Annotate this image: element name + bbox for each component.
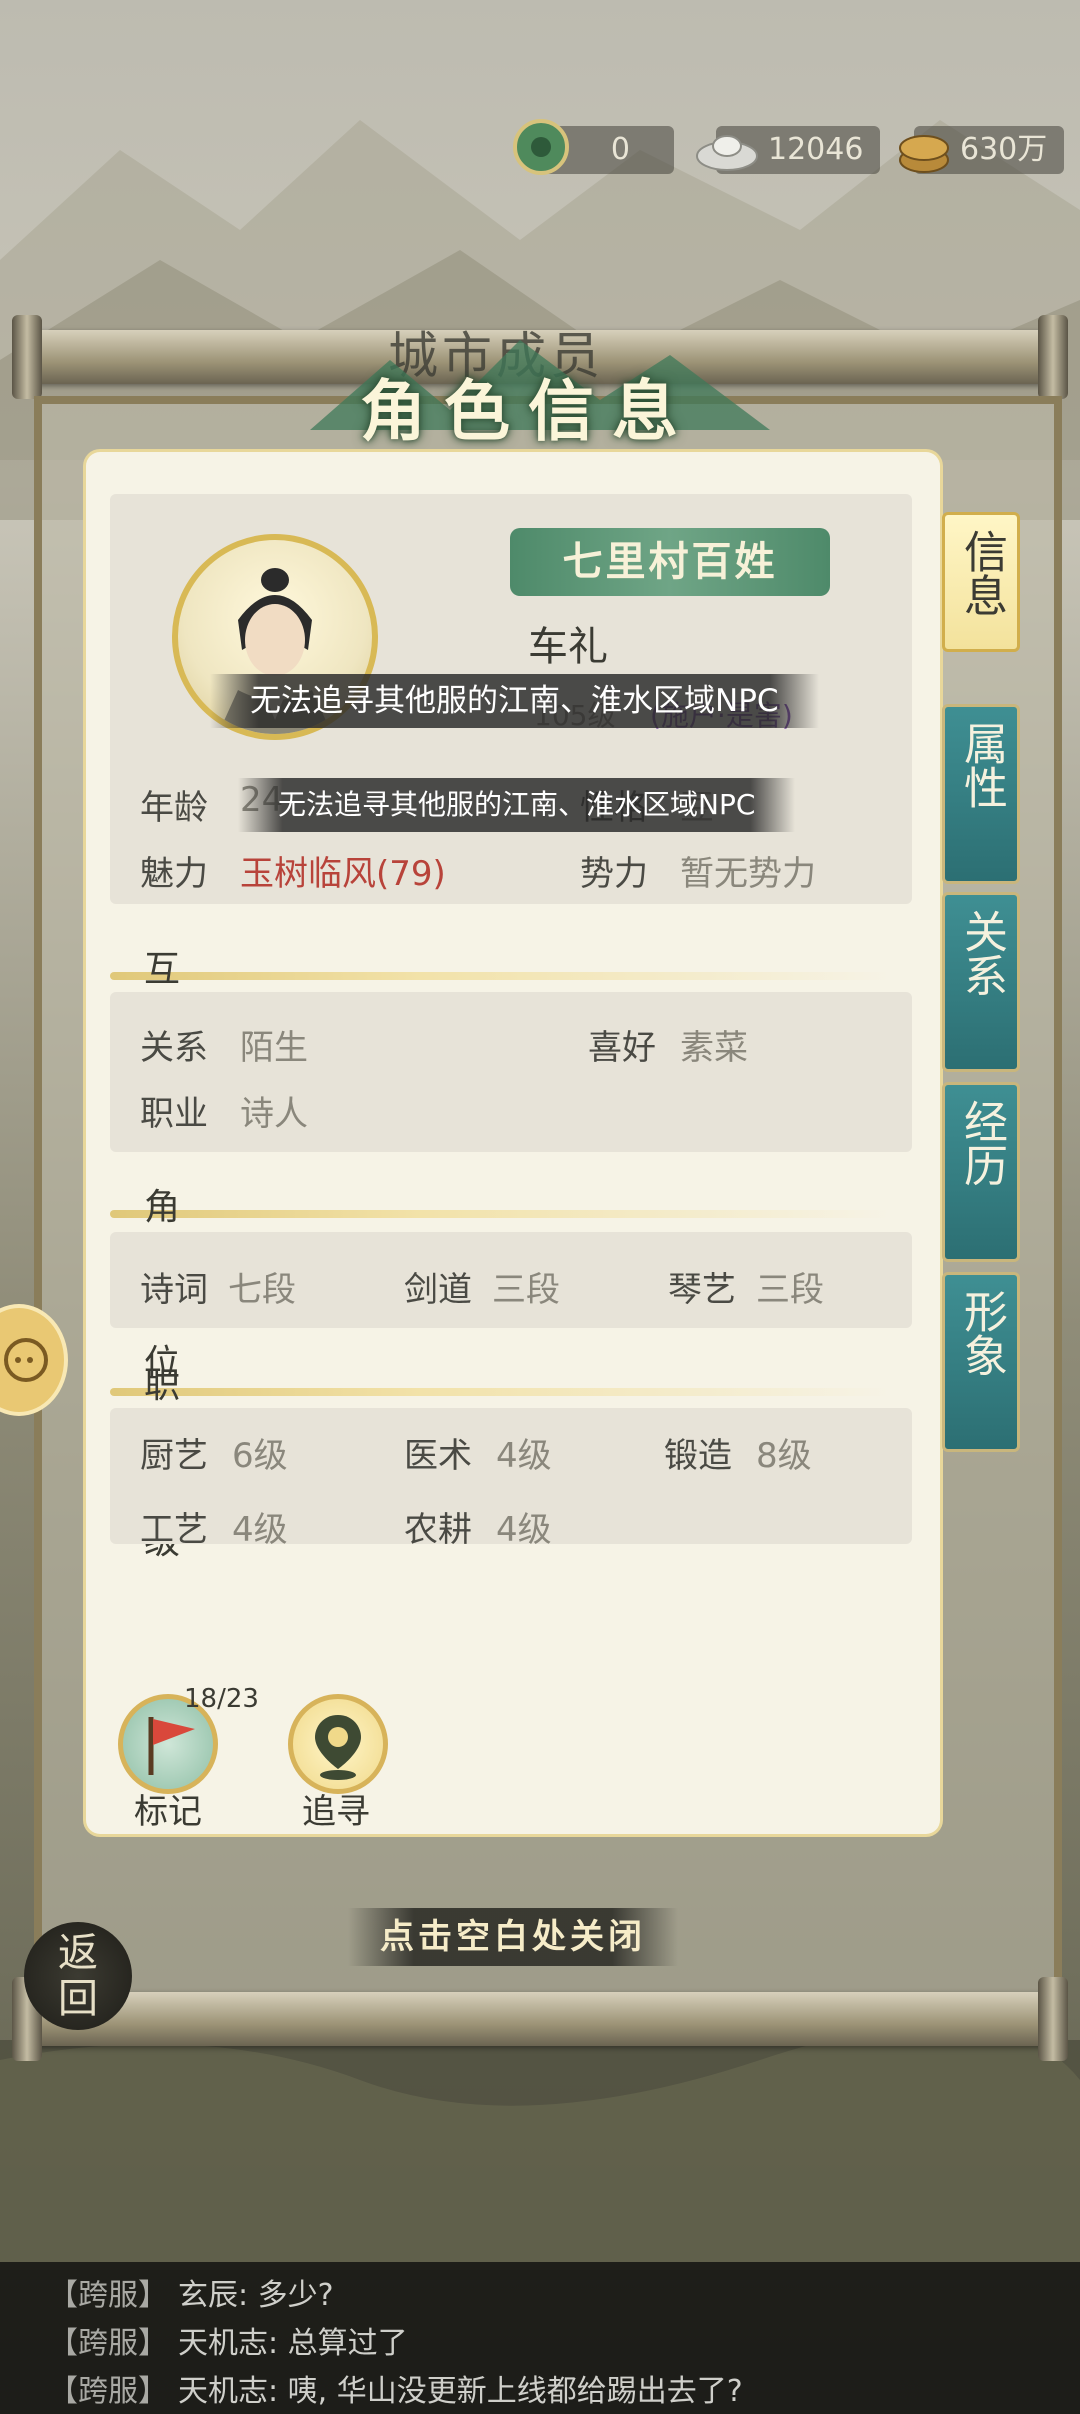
toast-message: 无法追寻其他服的江南、淮水区域NPC [210, 674, 819, 728]
rank-value: 七段 [228, 1270, 296, 1310]
hobby-value: 素菜 [680, 1028, 748, 1068]
job-level-label: 厨艺 [140, 1436, 208, 1476]
rank-label: 琴艺 [668, 1270, 736, 1310]
job-level-value: 6级 [232, 1436, 288, 1476]
chat-tag: 【跨服】 [48, 2278, 168, 2313]
tab-attributes[interactable]: 属性 [942, 704, 1020, 884]
back-label-char-1: 返 [58, 1930, 98, 1976]
job-level-value: 4级 [496, 1510, 552, 1550]
rank-label: 诗词 [140, 1270, 208, 1310]
chat-line: 【跨服】 天机志: 咦, 华山没更新上线都给踢出去了? [48, 2366, 743, 2410]
charm-value: 玉树临风(79) [240, 854, 446, 894]
job-level-value: 4级 [496, 1436, 552, 1476]
copper-coins-icon [899, 135, 949, 173]
job-label: 职业 [140, 1094, 208, 1134]
mark-label[interactable]: 标记 [134, 1784, 202, 1833]
page-title: 角色信息 [360, 372, 696, 450]
silver-value: 12046 [768, 132, 864, 167]
tab-label: 信息 [956, 529, 1007, 617]
close-hint[interactable]: 点击空白处关闭 [348, 1908, 678, 1966]
faction-label: 势力 [580, 854, 648, 894]
job-level-label: 工艺 [140, 1510, 208, 1550]
title-badge: 七里村百姓 [510, 528, 830, 596]
tab-appearance[interactable]: 形象 [942, 1272, 1020, 1452]
chat-text: 玄辰: 多少? [178, 2278, 334, 2313]
job-level-value: 4级 [232, 1510, 288, 1550]
rank-value: 三段 [756, 1270, 824, 1310]
chat-tag: 【跨服】 [48, 2374, 168, 2409]
relation-value: 陌生 [240, 1028, 308, 1068]
interaction-card [110, 992, 912, 1152]
tab-relations[interactable]: 关系 [942, 892, 1020, 1072]
track-label[interactable]: 追寻 [302, 1784, 370, 1833]
tab-history[interactable]: 经历 [942, 1082, 1020, 1262]
rank-value: 三段 [492, 1270, 560, 1310]
location-pin-icon [315, 1715, 361, 1780]
chat-tag: 【跨服】 [48, 2326, 168, 2361]
chat-text: 天机志: 总算过了 [178, 2326, 408, 2361]
silver-ingot-icon [696, 135, 758, 171]
scroll-rod-bottom [12, 1977, 1068, 2061]
back-button[interactable]: 返 回 [24, 1922, 132, 2030]
copper-resource[interactable]: 630万 [899, 126, 1064, 174]
job-level-value: 8级 [756, 1436, 812, 1476]
section-underline [110, 1210, 890, 1218]
jade-value: 0 [610, 132, 630, 167]
charm-label: 魅力 [140, 854, 208, 894]
rank-label: 剑道 [404, 1270, 472, 1310]
rod-cap-right [1038, 1977, 1068, 2061]
section-underline [110, 1388, 890, 1396]
faction-value: 暂无势力 [680, 854, 816, 894]
chat-line: 【跨服】 天机志: 总算过了 [48, 2318, 408, 2362]
copper-value: 630万 [960, 132, 1048, 167]
jade-coin-icon [513, 119, 569, 175]
job-level-label: 医术 [404, 1436, 472, 1476]
mark-count: 18/23 [184, 1684, 259, 1714]
rod-cap-left [12, 315, 42, 399]
tab-info[interactable]: 信息 [942, 512, 1020, 652]
silver-resource[interactable]: 12046 [696, 126, 880, 174]
hobby-label: 喜好 [588, 1028, 656, 1068]
section-underline [110, 972, 890, 980]
chat-text: 天机志: 咦, 华山没更新上线都给踢出去了? [178, 2374, 743, 2409]
toast-message: 无法追寻其他服的江南、淮水区域NPC [238, 778, 796, 832]
chat-panel[interactable]: 【跨服】 玄辰: 多少? 【跨服】 天机志: 总算过了 【跨服】 天机志: 咦, 华山… [0, 2262, 1080, 2414]
character-name: 车礼 [528, 624, 608, 670]
back-label-char-2: 回 [58, 1976, 98, 2022]
job-level-label: 锻造 [664, 1436, 732, 1476]
chat-line: 【跨服】 玄辰: 多少? [48, 2270, 334, 2314]
rod-cap-right [1038, 315, 1068, 399]
jade-resource[interactable]: 0 [513, 119, 674, 175]
tab-label: 形象 [956, 1289, 1007, 1377]
tab-label: 关系 [956, 909, 1007, 997]
job-value: 诗人 [240, 1094, 308, 1134]
chat-toggle-button[interactable] [0, 1304, 68, 1416]
chat-icon [4, 1338, 48, 1382]
job-level-label: 农耕 [404, 1510, 472, 1550]
age-label: 年龄 [140, 788, 208, 828]
tab-label: 属性 [956, 721, 1007, 809]
track-button[interactable] [288, 1694, 388, 1794]
relation-label: 关系 [140, 1028, 208, 1068]
tab-label: 经历 [956, 1099, 1007, 1187]
